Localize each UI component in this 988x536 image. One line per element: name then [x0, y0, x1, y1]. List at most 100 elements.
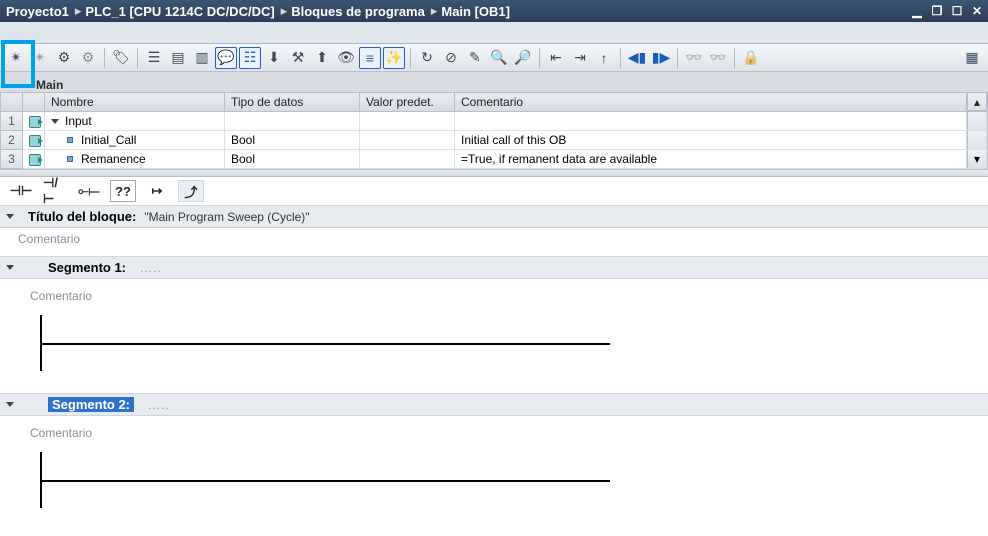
var-name[interactable]: Remanence: [45, 150, 225, 169]
breadcrumb-2[interactable]: Bloques de programa: [291, 4, 425, 19]
restore-button[interactable]: ❐: [928, 2, 946, 20]
network-up-icon[interactable]: ↑: [593, 47, 615, 69]
col-default[interactable]: Valor predet.: [360, 93, 455, 111]
minimize-button[interactable]: ▁: [908, 2, 926, 20]
toolbar-separator: [539, 48, 540, 68]
list-icon[interactable]: ☰: [143, 47, 165, 69]
var-default[interactable]: [360, 131, 455, 150]
monitor-icon[interactable]: 👁: [335, 47, 357, 69]
collapse-toggle[interactable]: [6, 214, 14, 219]
goonline-icon[interactable]: ↻: [416, 47, 438, 69]
segment-1-rung[interactable]: [40, 315, 988, 371]
var-row-1[interactable]: 1 Input: [0, 112, 988, 131]
comment-on-icon[interactable]: 💬: [215, 47, 237, 69]
block-comment[interactable]: Comentario: [0, 228, 988, 250]
toolbar-separator: [137, 48, 138, 68]
tag-icon[interactable]: 🏷: [110, 47, 132, 69]
member-bullet-icon: [67, 137, 73, 143]
row-number: 3: [1, 150, 23, 169]
member-bullet-icon: [67, 156, 73, 162]
var-type[interactable]: [225, 112, 360, 131]
layout-icon[interactable]: ▦: [961, 47, 983, 69]
toolbar-separator: [620, 48, 621, 68]
var-row-3[interactable]: 3 Remanence Bool =True, if remanent data…: [0, 150, 988, 169]
wizard-icon[interactable]: ✨: [383, 47, 405, 69]
var-default[interactable]: [360, 112, 455, 131]
contact-nc-icon[interactable]: ⊣/⊢: [42, 180, 68, 202]
block-title-header: Título del bloque: "Main Program Sweep (…: [0, 205, 988, 228]
indent-right-icon[interactable]: ⇥: [569, 47, 591, 69]
empty-box-icon[interactable]: ??: [110, 180, 136, 202]
segment-1-body: Comentario: [30, 285, 988, 371]
diag-icon[interactable]: ✎: [464, 47, 486, 69]
scroll-track[interactable]: [967, 112, 987, 131]
expand-toggle[interactable]: [51, 119, 59, 124]
collapse-toggle[interactable]: [6, 402, 14, 407]
toolbar-separator: [104, 48, 105, 68]
toolbar-separator: [410, 48, 411, 68]
var-name[interactable]: Input: [45, 112, 225, 131]
scroll-down-button[interactable]: ▾: [967, 150, 987, 169]
var-type[interactable]: Bool: [225, 131, 360, 150]
scroll-track[interactable]: [967, 131, 987, 150]
segment-2-title[interactable]: Segmento 2:: [48, 397, 134, 412]
lock-icon[interactable]: 🔒: [740, 47, 762, 69]
segment-2-header[interactable]: Segmento 2: .....: [0, 393, 988, 416]
segment-2-comment[interactable]: Comentario: [30, 422, 988, 444]
var-comment[interactable]: =True, if remanent data are available: [455, 150, 967, 169]
var-default[interactable]: [360, 150, 455, 169]
row-tag-icon: [23, 131, 45, 150]
download-icon[interactable]: ⬇: [263, 47, 285, 69]
col-type[interactable]: Tipo de datos: [225, 93, 360, 111]
row-number: 1: [1, 112, 23, 131]
segment-1-title[interactable]: Segmento 1:: [48, 260, 126, 275]
coil-icon[interactable]: ⟜⟝: [76, 180, 102, 202]
compile-icon[interactable]: ⚒: [287, 47, 309, 69]
block-title-value[interactable]: "Main Program Sweep (Cycle)": [144, 210, 309, 224]
var-type[interactable]: Bool: [225, 150, 360, 169]
sync-icon[interactable]: ✴: [29, 47, 51, 69]
gear-icon[interactable]: ⚙: [53, 47, 75, 69]
pane-splitter[interactable]: [0, 169, 988, 177]
toolbar-separator: [677, 48, 678, 68]
var-name[interactable]: Initial_Call: [45, 131, 225, 150]
indent-left-icon[interactable]: ⇤: [545, 47, 567, 69]
update-interface-icon[interactable]: ✴: [5, 47, 27, 69]
search-back-icon[interactable]: 🔎: [512, 47, 534, 69]
close-button[interactable]: ✕: [968, 2, 986, 20]
block2-icon[interactable]: ▥: [191, 47, 213, 69]
bookmark-next-icon[interactable]: ▮▶: [650, 47, 672, 69]
scroll-up-button[interactable]: ▴: [967, 93, 987, 111]
breadcrumb-0[interactable]: Proyecto1: [6, 4, 69, 19]
favorites-icon[interactable]: ≡: [359, 47, 381, 69]
row-tag-icon: [23, 112, 45, 131]
col-icon: [23, 93, 45, 111]
block-icon[interactable]: ▤: [167, 47, 189, 69]
maximize-button[interactable]: ☐: [948, 2, 966, 20]
bookmark-prev-icon[interactable]: ◀▮: [626, 47, 648, 69]
glasses2-icon[interactable]: 👓: [707, 47, 729, 69]
branch-open-icon[interactable]: ↦: [144, 180, 170, 202]
glasses-icon[interactable]: 👓: [683, 47, 705, 69]
contact-no-icon[interactable]: ⊣⊢: [8, 180, 34, 202]
breadcrumb-1[interactable]: PLC_1 [CPU 1214C DC/DC/DC]: [85, 4, 274, 19]
col-name[interactable]: Nombre: [45, 93, 225, 111]
segment-1-header[interactable]: Segmento 1: .....: [0, 256, 988, 279]
menu-strip: [0, 22, 988, 44]
segment-2-rung[interactable]: [40, 452, 988, 508]
gear2-icon[interactable]: ⚙: [77, 47, 99, 69]
upload-icon[interactable]: ⬆: [311, 47, 333, 69]
col-comment[interactable]: Comentario: [455, 93, 967, 111]
segment-1-comment[interactable]: Comentario: [30, 285, 988, 307]
var-comment[interactable]: [455, 112, 967, 131]
gooffline-icon[interactable]: ⊘: [440, 47, 462, 69]
block-title-label: Título del bloque:: [28, 209, 136, 224]
collapse-toggle[interactable]: [6, 265, 14, 270]
var-name-text: Remanence: [81, 152, 146, 166]
var-comment[interactable]: Initial call of this OB: [455, 131, 967, 150]
breadcrumb-3[interactable]: Main [OB1]: [441, 4, 510, 19]
search-fwd-icon[interactable]: 🔍: [488, 47, 510, 69]
var-row-2[interactable]: 2 Initial_Call Bool Initial call of this…: [0, 131, 988, 150]
branch-close-icon[interactable]: ⤴: [178, 180, 204, 202]
structure-icon[interactable]: ☷: [239, 47, 261, 69]
